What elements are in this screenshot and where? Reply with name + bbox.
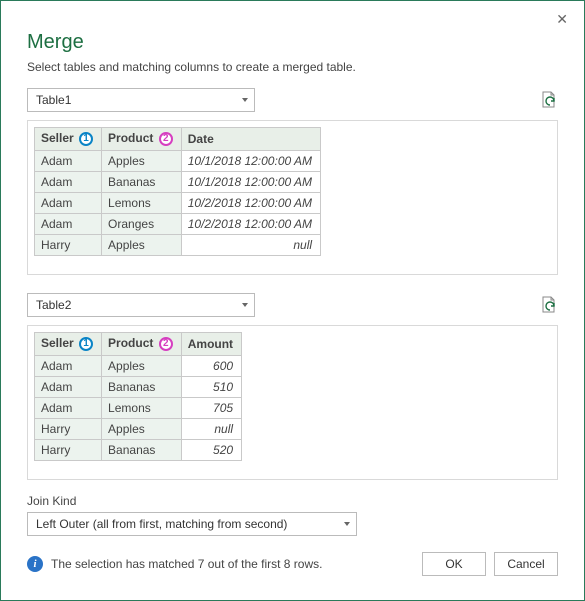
table-row: AdamApples600 — [35, 356, 242, 377]
table-row: AdamApples10/1/2018 12:00:00 AM — [35, 151, 321, 172]
table2-select[interactable]: Table2 — [27, 293, 255, 317]
status-message: The selection has matched 7 out of the f… — [51, 557, 414, 571]
match-badge-2: 2 — [159, 337, 173, 351]
chevron-down-icon — [344, 522, 350, 526]
table-row: HarryBananas520 — [35, 440, 242, 461]
col-seller[interactable]: Seller 1 — [35, 333, 102, 356]
join-kind-label: Join Kind — [27, 494, 558, 508]
col-date[interactable]: Date — [181, 128, 320, 151]
table-row: AdamOranges10/2/2018 12:00:00 AM — [35, 214, 321, 235]
table1-grid[interactable]: Seller 1 Product 2 Date AdamApples10/1/2… — [34, 127, 321, 256]
table-row: AdamBananas10/1/2018 12:00:00 AM — [35, 172, 321, 193]
cancel-button[interactable]: Cancel — [494, 552, 558, 576]
table2-preview: Seller 1 Product 2 Amount AdamApples600 … — [27, 325, 558, 480]
table2-select-value: Table2 — [36, 298, 71, 312]
match-badge-2: 2 — [159, 132, 173, 146]
table-row: AdamBananas510 — [35, 377, 242, 398]
chevron-down-icon — [242, 98, 248, 102]
table2-grid[interactable]: Seller 1 Product 2 Amount AdamApples600 … — [34, 332, 242, 461]
col-product[interactable]: Product 2 — [102, 333, 182, 356]
chevron-down-icon — [242, 303, 248, 307]
match-badge-1: 1 — [79, 337, 93, 351]
close-icon[interactable]: ✕ — [556, 11, 568, 28]
table1-preview: Seller 1 Product 2 Date AdamApples10/1/2… — [27, 120, 558, 275]
match-badge-1: 1 — [79, 132, 93, 146]
dialog-body: Merge Select tables and matching columns… — [5, 5, 580, 588]
dialog-subtitle: Select tables and matching columns to cr… — [27, 60, 558, 74]
col-amount[interactable]: Amount — [181, 333, 241, 356]
table-row: AdamLemons705 — [35, 398, 242, 419]
join-kind-value: Left Outer (all from first, matching fro… — [36, 517, 287, 531]
table-header-row[interactable]: Seller 1 Product 2 Amount — [35, 333, 242, 356]
join-kind-select[interactable]: Left Outer (all from first, matching fro… — [27, 512, 357, 536]
table1-select[interactable]: Table1 — [27, 88, 255, 112]
table1-select-value: Table1 — [36, 93, 71, 107]
refresh-preview-icon[interactable] — [540, 91, 558, 109]
col-product[interactable]: Product 2 — [102, 128, 182, 151]
refresh-preview-icon[interactable] — [540, 296, 558, 314]
col-seller[interactable]: Seller 1 — [35, 128, 102, 151]
table-row: HarryApplesnull — [35, 419, 242, 440]
table-row: AdamLemons10/2/2018 12:00:00 AM — [35, 193, 321, 214]
dialog-title: Merge — [27, 31, 558, 54]
table-header-row[interactable]: Seller 1 Product 2 Date — [35, 128, 321, 151]
table-row: HarryApplesnull — [35, 235, 321, 256]
ok-button[interactable]: OK — [422, 552, 486, 576]
info-icon: i — [27, 556, 43, 572]
